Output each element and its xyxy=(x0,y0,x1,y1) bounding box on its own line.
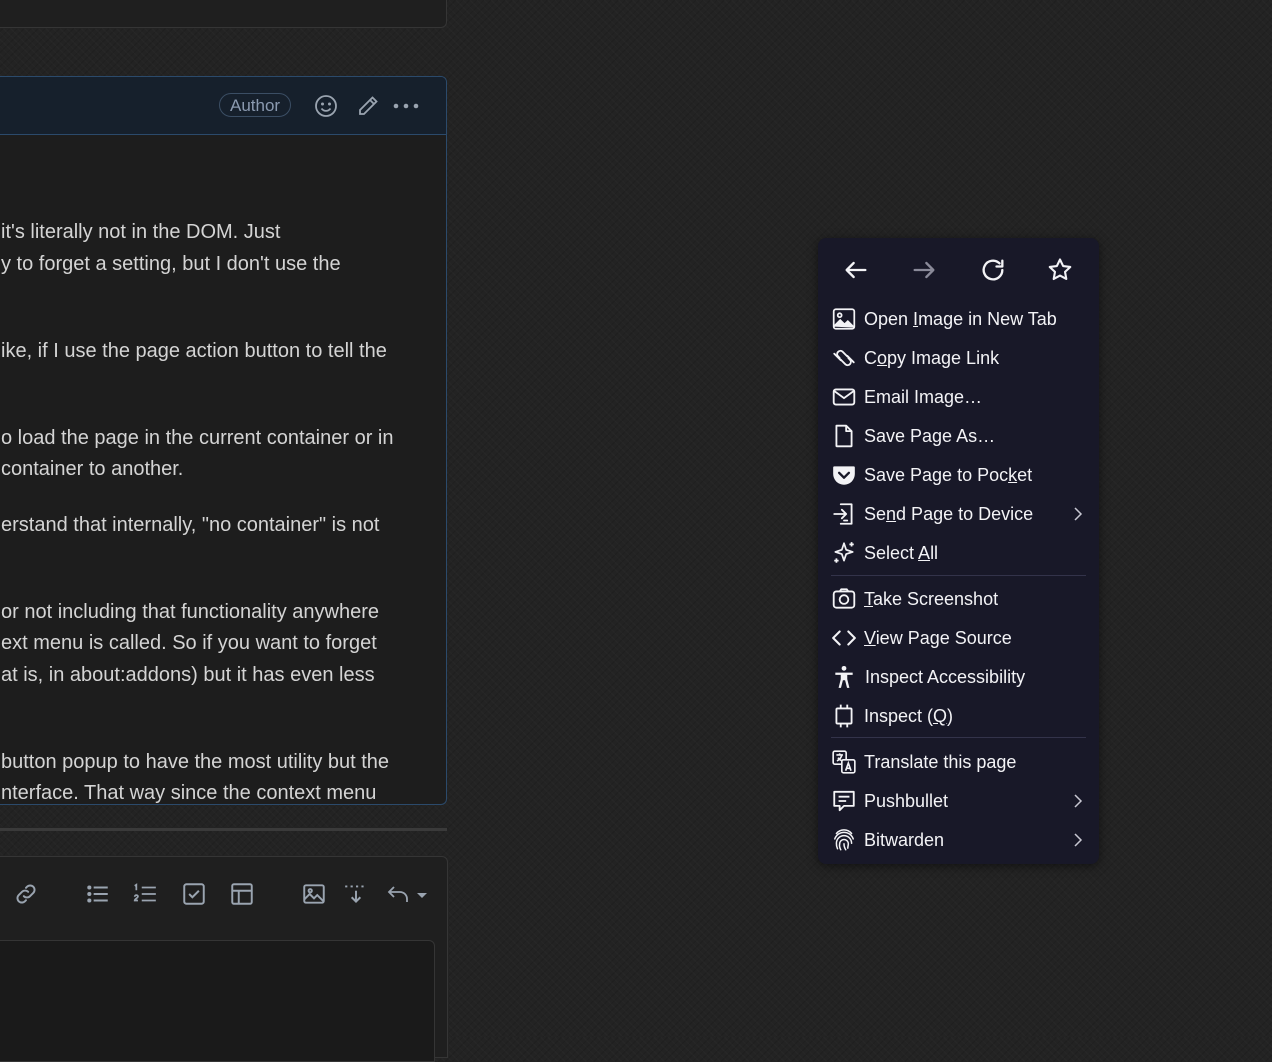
image-upload-icon[interactable] xyxy=(301,881,327,907)
edit-pencil-icon[interactable] xyxy=(356,94,380,118)
inspect-icon xyxy=(831,703,857,729)
menu-separator xyxy=(831,575,1086,576)
comment-text-line: y to forget a setting, but I don't use t… xyxy=(1,253,341,275)
camera-icon xyxy=(831,586,857,612)
translate-icon xyxy=(831,749,857,775)
menu-item-copy-image-link[interactable]: Copy Image Link xyxy=(818,338,1099,377)
menu-item-label: Bitwarden xyxy=(864,830,945,850)
reload-icon[interactable] xyxy=(979,256,1007,284)
menu-item-label: Email Image… xyxy=(864,387,983,407)
menu-item-select-all[interactable]: Select All xyxy=(818,533,1099,572)
more-options-icon[interactable] xyxy=(392,94,420,118)
menu-item-label: Save Page As… xyxy=(864,426,996,446)
mail-icon xyxy=(831,384,857,410)
menu-item-label: Save Page to Pocket xyxy=(864,465,1033,485)
menu-item-label: View Page Source xyxy=(864,628,1012,648)
menu-item-view-page-source[interactable]: View Page Source xyxy=(818,618,1099,657)
table-icon[interactable] xyxy=(229,881,255,907)
image-icon xyxy=(831,306,857,332)
pushbullet-icon xyxy=(831,788,857,814)
context-nav-row xyxy=(818,238,1099,302)
submenu-arrow-icon xyxy=(1071,506,1085,522)
back-icon[interactable] xyxy=(842,256,870,284)
menu-item-label: Select All xyxy=(864,543,939,563)
author-badge: Author xyxy=(219,93,292,117)
comment-text-line: container to another. xyxy=(1,458,184,480)
details-collapse-icon[interactable] xyxy=(343,881,369,907)
numbered-list-icon[interactable] xyxy=(132,881,158,907)
menu-item-save-to-pocket[interactable]: Save Page to Pocket xyxy=(818,455,1099,494)
menu-item-bitwarden[interactable]: Bitwarden xyxy=(818,820,1099,859)
link-icon[interactable] xyxy=(13,881,39,907)
menu-item-send-page-to-device[interactable]: Send Page to Device xyxy=(818,494,1099,533)
submenu-arrow-icon xyxy=(1071,832,1085,848)
menu-item-label: Inspect (Q) xyxy=(864,706,954,726)
comment-text-line: nterface. That way since the context men… xyxy=(1,782,377,804)
menu-item-email-image[interactable]: Email Image… xyxy=(818,377,1099,416)
comment-textarea[interactable] xyxy=(0,940,435,1062)
menu-item-pushbullet[interactable]: Pushbullet xyxy=(818,781,1099,820)
menu-item-label: Send Page to Device xyxy=(864,504,1034,524)
menu-item-translate-page[interactable]: Translate this page xyxy=(818,742,1099,781)
send-device-icon xyxy=(831,501,857,527)
comment-header: Author xyxy=(0,77,446,135)
submenu-arrow-icon xyxy=(1071,793,1085,809)
menu-item-inspect[interactable]: Inspect (Q) xyxy=(818,696,1099,735)
accessibility-icon xyxy=(831,664,857,690)
link-icon xyxy=(831,345,857,371)
previous-comment-card xyxy=(0,0,447,28)
menu-item-take-screenshot[interactable]: Take Screenshot xyxy=(818,579,1099,618)
comment-text-line: ike, if I use the page action button to … xyxy=(1,340,387,362)
fingerprint-icon xyxy=(831,827,857,853)
emoji-reaction-icon[interactable] xyxy=(314,94,338,118)
pocket-icon xyxy=(831,462,857,488)
bookmark-star-icon[interactable] xyxy=(1046,256,1074,284)
comment-text-line: it's literally not in the DOM. Just xyxy=(1,221,281,243)
comment-text-line: or not including that functionality anyw… xyxy=(1,601,380,623)
menu-item-label: Take Screenshot xyxy=(864,589,999,609)
menu-separator xyxy=(831,737,1086,738)
code-icon xyxy=(831,625,857,651)
menu-item-label: Open Image in New Tab xyxy=(864,309,1057,329)
menu-item-label: Translate this page xyxy=(864,752,1017,772)
menu-item-label: Pushbullet xyxy=(864,791,949,811)
page-icon xyxy=(831,423,857,449)
bulleted-list-icon[interactable] xyxy=(85,881,111,907)
menu-item-save-page-as[interactable]: Save Page As… xyxy=(818,416,1099,455)
context-menu: Open Image in New Tab Copy Image Link Em… xyxy=(818,238,1099,864)
menu-item-inspect-accessibility[interactable]: Inspect Accessibility xyxy=(818,657,1099,696)
comment-text-line: o load the page in the current container… xyxy=(1,427,394,449)
undo-dropdown-icon[interactable] xyxy=(386,881,430,907)
comment-text-line: erstand that internally, "no container" … xyxy=(1,514,380,536)
task-list-icon[interactable] xyxy=(181,881,207,907)
comment-card: Author it's literally not in the DOM. Ju… xyxy=(0,76,447,805)
comment-text-line: at is, in about:addons) but it has even … xyxy=(1,664,375,686)
comment-text-line: button popup to have the most utility bu… xyxy=(1,751,390,773)
menu-item-label: Inspect Accessibility xyxy=(865,667,1026,687)
menu-item-open-image-new-tab[interactable]: Open Image in New Tab xyxy=(818,299,1099,338)
comment-text-line: ext menu is called. So if you want to fo… xyxy=(1,632,377,654)
sparkle-icon xyxy=(831,540,857,566)
forward-icon xyxy=(910,256,938,284)
section-divider xyxy=(0,828,447,831)
menu-item-label: Copy Image Link xyxy=(864,348,1000,368)
